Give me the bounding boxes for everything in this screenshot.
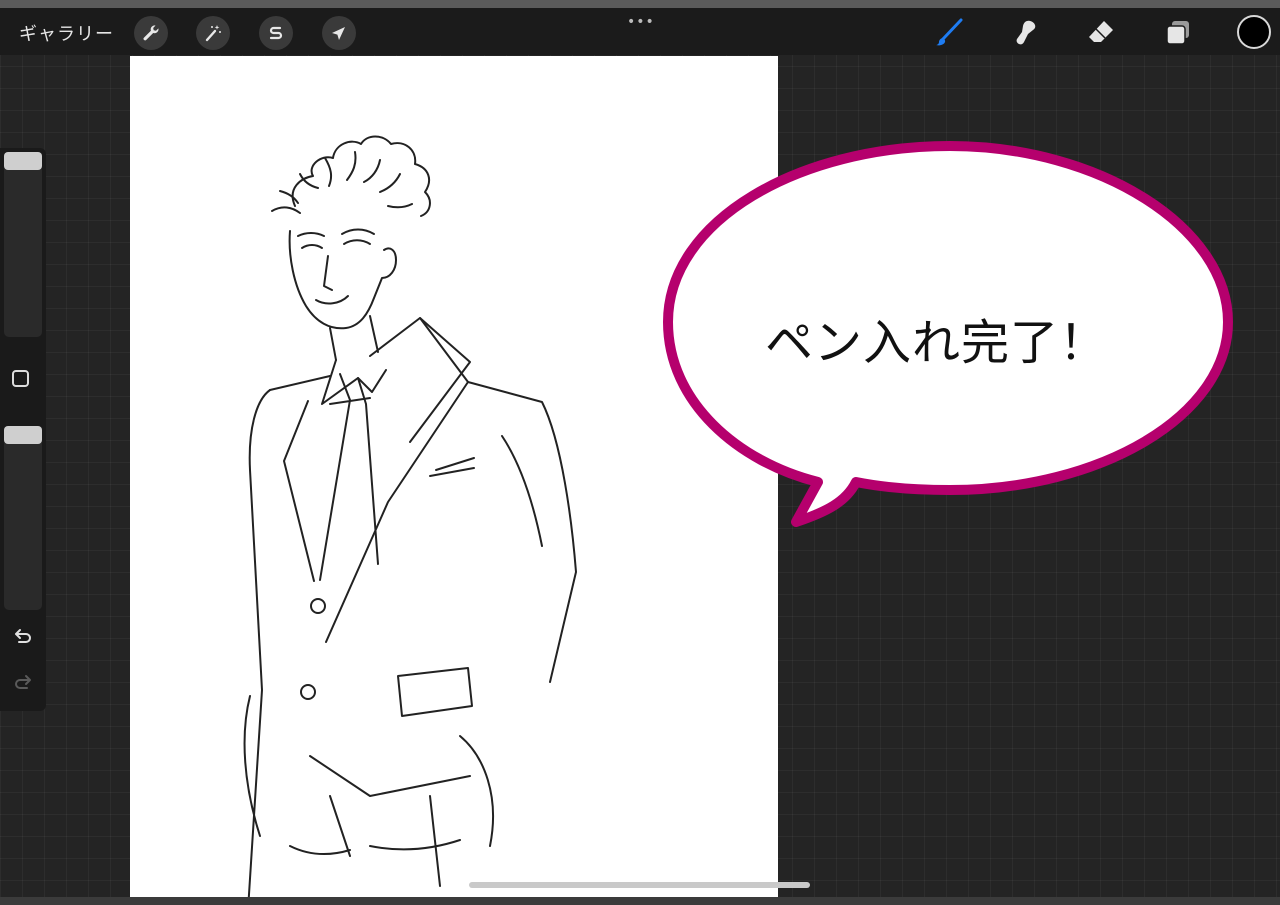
color-picker-button[interactable] (1237, 15, 1271, 49)
bottom-strip (0, 897, 1280, 905)
opacity-thumb[interactable] (4, 426, 42, 444)
gallery-button[interactable]: ギャラリー (19, 20, 114, 46)
left-sidebar (0, 148, 46, 711)
redo-icon[interactable] (11, 674, 35, 694)
home-indicator[interactable] (469, 882, 810, 888)
transform-arrow-icon[interactable] (322, 16, 356, 50)
opacity-slider[interactable] (4, 426, 42, 610)
smudge-icon[interactable] (1008, 16, 1042, 50)
modify-square-icon[interactable] (12, 370, 29, 387)
brush-icon[interactable] (932, 16, 966, 50)
eraser-icon[interactable] (1084, 16, 1118, 50)
speech-bubble-text: ペン入れ完了！ (765, 315, 1109, 371)
status-strip (0, 0, 1280, 8)
more-dots-handle[interactable]: ••• (627, 14, 655, 30)
undo-icon[interactable] (11, 628, 35, 648)
wrench-icon[interactable] (134, 16, 168, 50)
selection-s-icon[interactable] (259, 16, 293, 50)
magic-wand-icon[interactable] (196, 16, 230, 50)
brush-size-slider[interactable] (4, 152, 42, 337)
top-toolbar: ギャラリー ••• (0, 8, 1280, 55)
brush-size-thumb[interactable] (4, 152, 42, 170)
layers-icon[interactable] (1161, 16, 1195, 50)
